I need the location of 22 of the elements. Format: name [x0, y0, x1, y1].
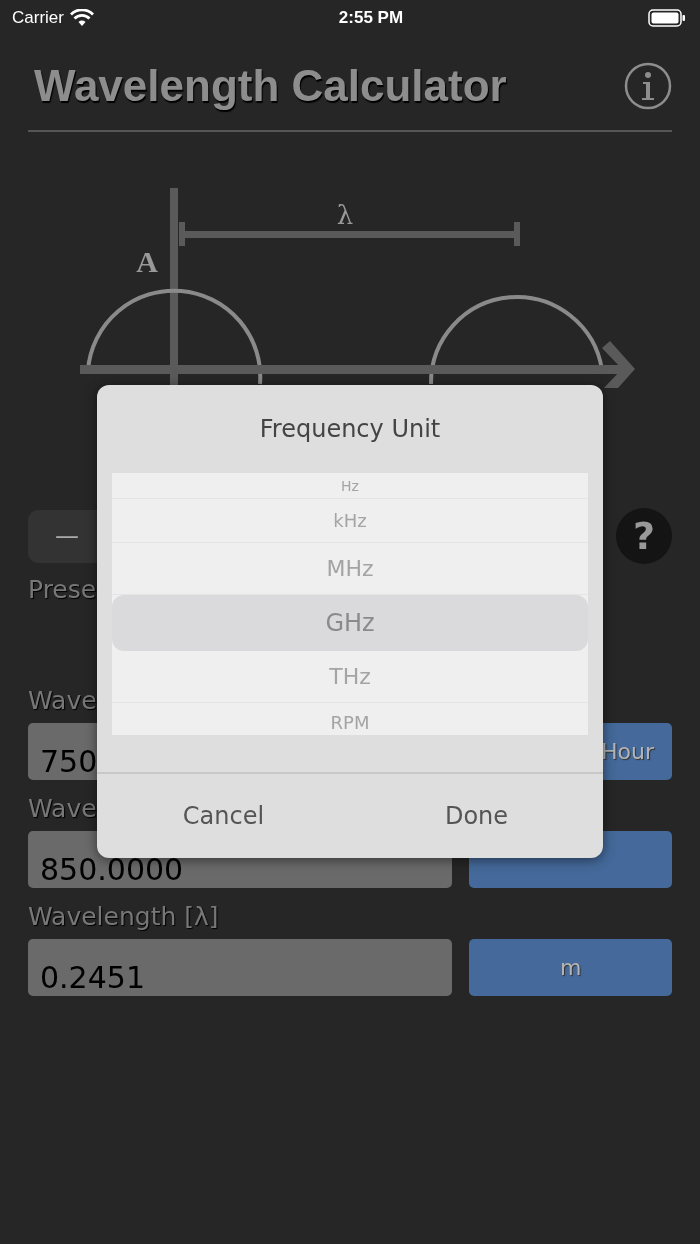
amplitude-symbol: A — [136, 245, 158, 278]
picker-option[interactable]: Hz — [112, 473, 588, 499]
status-time: 2:55 PM — [338, 8, 404, 28]
app-title: Wavelength Calculator — [34, 61, 507, 111]
picker-option[interactable]: THz — [112, 651, 588, 703]
field-label: Wave — [28, 685, 97, 717]
preset-label: Prese — [28, 575, 97, 606]
carrier-name: Carrier — [12, 8, 64, 28]
picker-option[interactable]: RPM — [112, 703, 588, 735]
wifi-icon — [69, 9, 94, 27]
help-button[interactable]: ? — [616, 508, 672, 564]
wavelength-symbol: λ — [336, 200, 354, 230]
value-field[interactable]: 0.2451 — [28, 939, 453, 996]
unit-button[interactable]: m — [469, 939, 672, 996]
info-icon[interactable] — [624, 62, 672, 110]
unit-picker[interactable]: Hz kHz MHz GHz THz RPM — [112, 473, 588, 735]
battery-icon — [648, 9, 686, 27]
dialog-title: Frequency Unit — [258, 414, 442, 445]
picker-option[interactable]: GHz — [112, 595, 588, 651]
picker-option[interactable]: kHz — [112, 499, 588, 543]
field-label: Wave — [28, 793, 97, 825]
field-label: Wavelength [λ] — [28, 901, 219, 933]
